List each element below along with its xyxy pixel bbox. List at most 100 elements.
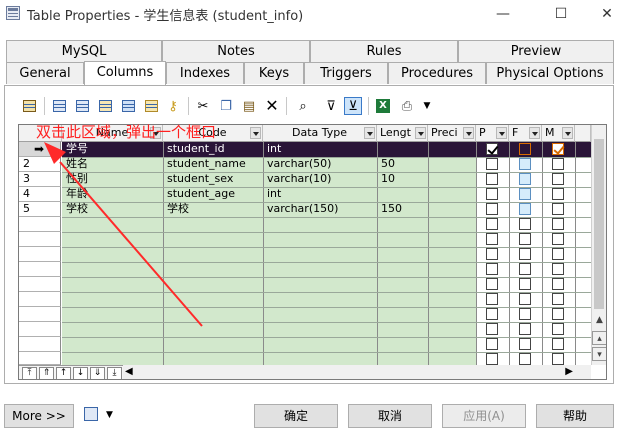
- mandatory-checkbox[interactable]: [552, 188, 564, 200]
- foreign-checkbox[interactable]: [519, 278, 531, 290]
- tab-triggers[interactable]: Triggers: [304, 62, 388, 84]
- cell-code[interactable]: student_age: [164, 187, 262, 202]
- chevron-down-icon[interactable]: [250, 127, 261, 139]
- chevron-down-icon[interactable]: [463, 127, 474, 139]
- row-number[interactable]: 3: [19, 172, 61, 187]
- chevron-down-icon[interactable]: [529, 127, 540, 139]
- primary-checkbox[interactable]: [486, 278, 498, 290]
- foreign-checkbox[interactable]: [519, 233, 531, 245]
- cell-code[interactable]: student_id: [164, 142, 262, 157]
- move-page-up-icon[interactable]: ⇑: [39, 367, 54, 379]
- scroll-to-top-icon[interactable]: ▴: [592, 331, 606, 345]
- header-f[interactable]: F: [509, 125, 542, 142]
- foreign-checkbox[interactable]: [519, 143, 531, 155]
- move-top-icon[interactable]: ⤒: [22, 367, 37, 379]
- foreign-checkbox[interactable]: [519, 293, 531, 305]
- mandatory-checkbox[interactable]: [552, 353, 564, 365]
- mandatory-checkbox[interactable]: [552, 158, 564, 170]
- scroll-to-bottom-icon[interactable]: ▾: [592, 347, 606, 361]
- cell-data-type[interactable]: varchar(150): [264, 202, 376, 217]
- chevron-down-icon[interactable]: [562, 127, 573, 139]
- primary-checkbox[interactable]: [486, 218, 498, 230]
- chevron-down-icon[interactable]: [364, 127, 375, 139]
- row-number[interactable]: [19, 217, 61, 232]
- tab-procedures[interactable]: Procedures: [388, 62, 486, 84]
- paste-icon[interactable]: ▤: [240, 97, 258, 115]
- properties-icon[interactable]: [20, 97, 38, 115]
- cell-name[interactable]: 年龄: [63, 187, 162, 202]
- cell-code[interactable]: student_sex: [164, 172, 262, 187]
- scrollbar-thumb[interactable]: [594, 139, 604, 309]
- row-number[interactable]: 2: [19, 157, 61, 172]
- foreign-checkbox[interactable]: [519, 248, 531, 260]
- columns-grid[interactable]: Name Code Data Type Lengt Preci P F M ➡ …: [18, 124, 607, 380]
- cell-length[interactable]: 150: [378, 202, 427, 217]
- close-button[interactable]: ✕: [584, 0, 618, 28]
- cut-icon[interactable]: ✂: [194, 97, 212, 115]
- row-number[interactable]: [19, 262, 61, 277]
- tab-rules[interactable]: Rules: [310, 40, 458, 62]
- chevron-down-icon[interactable]: ▼: [418, 97, 436, 115]
- grid-icon[interactable]: [119, 97, 137, 115]
- mandatory-checkbox[interactable]: [552, 173, 564, 185]
- cell-length[interactable]: 10: [378, 172, 427, 187]
- row-number[interactable]: [19, 307, 61, 322]
- cell-name[interactable]: 性别: [63, 172, 162, 187]
- move-up-icon[interactable]: ↑: [56, 367, 71, 379]
- move-bottom-icon[interactable]: ⤓: [107, 367, 122, 379]
- copy-icon[interactable]: ❐: [217, 97, 235, 115]
- row-number[interactable]: [19, 352, 61, 365]
- mandatory-checkbox[interactable]: [552, 278, 564, 290]
- foreign-checkbox[interactable]: [519, 323, 531, 335]
- scroll-left-icon[interactable]: ◀: [125, 366, 133, 377]
- mandatory-checkbox[interactable]: [552, 203, 564, 215]
- mandatory-checkbox[interactable]: [552, 233, 564, 245]
- scroll-up-icon[interactable]: ▲: [592, 313, 606, 327]
- foreign-checkbox[interactable]: [519, 308, 531, 320]
- primary-checkbox[interactable]: [486, 233, 498, 245]
- header-length[interactable]: Lengt: [377, 125, 428, 142]
- primary-checkbox[interactable]: [486, 338, 498, 350]
- primary-checkbox[interactable]: [486, 173, 498, 185]
- foreign-checkbox[interactable]: [519, 188, 531, 200]
- cell-name[interactable]: 姓名: [63, 157, 162, 172]
- header-precision[interactable]: Preci: [428, 125, 476, 142]
- row-number[interactable]: [19, 337, 61, 352]
- minimize-button[interactable]: —: [480, 0, 526, 28]
- cell-data-type[interactable]: varchar(50): [264, 157, 376, 172]
- cell-data-type[interactable]: int: [264, 142, 376, 157]
- foreign-checkbox[interactable]: [519, 338, 531, 350]
- help-button[interactable]: 帮助: [536, 404, 614, 428]
- row-number[interactable]: ➡: [19, 142, 61, 157]
- mandatory-checkbox[interactable]: [552, 308, 564, 320]
- tab-indexes[interactable]: Indexes: [166, 62, 244, 84]
- row-number[interactable]: [19, 322, 61, 337]
- cell-name[interactable]: 学号: [63, 142, 162, 157]
- move-page-down-icon[interactable]: ⇓: [90, 367, 105, 379]
- tab-keys[interactable]: Keys: [244, 62, 304, 84]
- foreign-checkbox[interactable]: [519, 203, 531, 215]
- tab-physical-options[interactable]: Physical Options: [486, 62, 614, 84]
- row-number[interactable]: 4: [19, 187, 61, 202]
- chevron-down-icon[interactable]: [415, 127, 426, 139]
- scroll-right-icon[interactable]: ▶: [565, 366, 573, 377]
- key-icon[interactable]: ⚷: [164, 97, 182, 115]
- cancel-button[interactable]: 取消: [348, 404, 432, 428]
- excel-icon[interactable]: X: [374, 97, 392, 115]
- primary-checkbox[interactable]: [486, 263, 498, 275]
- header-m[interactable]: M: [542, 125, 575, 142]
- chevron-down-icon[interactable]: [496, 127, 507, 139]
- row-number[interactable]: [19, 247, 61, 262]
- cell-name[interactable]: 学校: [63, 202, 162, 217]
- cell-length[interactable]: 50: [378, 157, 427, 172]
- mandatory-checkbox[interactable]: [552, 248, 564, 260]
- paste-columns-icon[interactable]: [142, 97, 160, 115]
- add-rows-icon[interactable]: [96, 97, 114, 115]
- primary-checkbox[interactable]: [486, 323, 498, 335]
- customize-columns-icon[interactable]: ⊻: [344, 97, 362, 115]
- mandatory-checkbox[interactable]: [552, 263, 564, 275]
- primary-checkbox[interactable]: [486, 143, 498, 155]
- print-icon[interactable]: ⎙: [398, 97, 416, 115]
- tab-notes[interactable]: Notes: [162, 40, 310, 62]
- primary-checkbox[interactable]: [486, 353, 498, 365]
